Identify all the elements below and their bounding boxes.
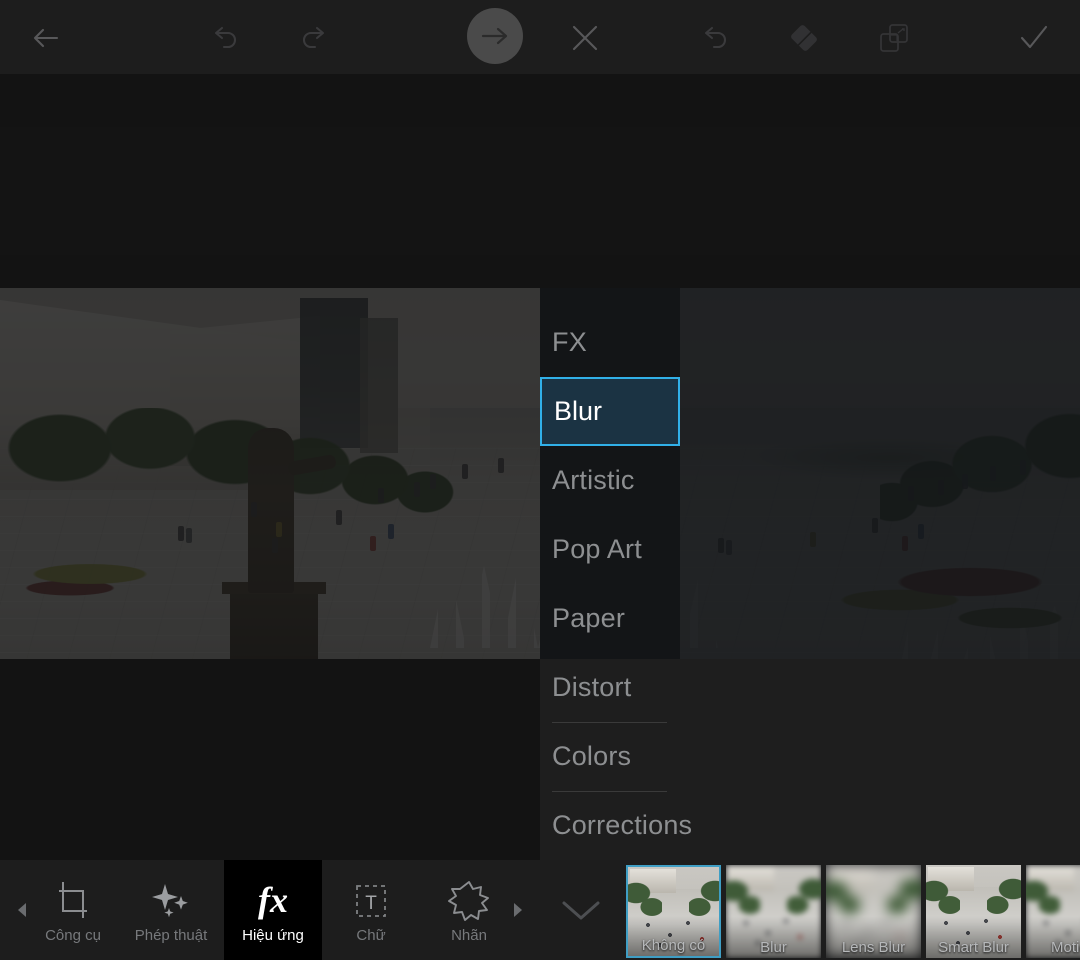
menu-item-label: Paper — [552, 603, 625, 634]
menu-item-label: Pop Art — [552, 534, 642, 565]
menu-item-paper[interactable]: Paper — [540, 584, 1080, 653]
menu-item-label: Artistic — [552, 465, 635, 496]
filter-thumb-label: Smart Blur — [926, 939, 1021, 956]
back-arrow-icon[interactable] — [18, 10, 74, 66]
sticker-icon — [444, 877, 494, 925]
photo-preview-left[interactable] — [0, 288, 540, 659]
filter-thumb-blur[interactable]: Blur — [726, 865, 821, 958]
effect-category-list: FX Artistic Pop Art Paper Distort Colors… — [540, 288, 1080, 860]
top-toolbar — [0, 0, 1080, 74]
tab-label: Công cụ — [45, 927, 101, 944]
close-x-icon[interactable] — [557, 10, 613, 66]
revert-icon[interactable] — [686, 10, 742, 66]
forward-arrow-icon[interactable] — [467, 8, 523, 64]
text-icon: T — [348, 877, 394, 925]
tab-label: Phép thuật — [135, 927, 208, 944]
scene-person — [498, 458, 504, 473]
menu-item-label: Blur — [542, 396, 602, 427]
filter-thumb-motion[interactable]: Motion — [1026, 865, 1080, 958]
tab-chu[interactable]: T Chữ — [322, 860, 420, 960]
tab-phep-thuat[interactable]: Phép thuật — [122, 860, 220, 960]
menu-item-colors[interactable]: Colors — [540, 722, 1080, 791]
undo-icon[interactable] — [196, 10, 252, 66]
filter-thumb-smart-blur[interactable]: Smart Blur — [926, 865, 1021, 958]
tab-label: Nhãn — [451, 927, 487, 944]
scene-person — [336, 510, 342, 525]
filter-thumb-lens-blur[interactable]: Lens Blur — [826, 865, 921, 958]
tabs-next-arrow[interactable] — [500, 860, 536, 960]
chevron-down-icon[interactable] — [540, 860, 622, 960]
scene-person — [414, 482, 420, 497]
checkmark-icon[interactable] — [1006, 10, 1062, 66]
eraser-icon[interactable] — [776, 10, 832, 66]
scene-person — [251, 502, 257, 517]
effect-category-menu[interactable]: FX Artistic Pop Art Paper Distort Colors… — [540, 288, 1080, 860]
menu-item-label: FX — [552, 327, 587, 358]
svg-text:fx: fx — [258, 880, 288, 920]
menu-item-blur-selected[interactable]: Blur — [540, 377, 680, 446]
svg-text:T: T — [365, 893, 377, 914]
photo-editor-app: FX Artistic Pop Art Paper Distort Colors… — [0, 0, 1080, 960]
scene-person — [378, 488, 384, 503]
scene-person — [430, 474, 436, 489]
filter-preset-strip: Không có Blur Lens Blur Smart Bl — [540, 860, 1080, 960]
scene-person — [370, 536, 376, 551]
crop-icon — [50, 877, 96, 925]
menu-item-label: Distort — [552, 672, 631, 703]
scene-person — [276, 522, 282, 537]
photo-scene — [0, 288, 540, 659]
tab-label: Hiệu ứng — [242, 927, 304, 944]
tab-hieu-ung[interactable]: fx Hiệu ứng — [224, 860, 322, 960]
menu-item-label: Corrections — [552, 810, 692, 841]
filter-thumb-label: Blur — [726, 939, 821, 956]
menu-item-fx[interactable]: FX — [540, 308, 1080, 377]
scene-person — [186, 528, 192, 543]
bottom-tab-bar: Công cụ Phép thuật fx Hiệu ứng — [0, 860, 540, 960]
scene-flowerbed-left — [10, 560, 210, 606]
scene-trees-left — [0, 408, 470, 568]
scene-person — [178, 526, 184, 541]
scene-person — [272, 538, 278, 553]
tab-cong-cu[interactable]: Công cụ — [24, 860, 122, 960]
filter-thumb-khong-co[interactable]: Không có — [626, 865, 721, 958]
menu-item-label: Colors — [552, 741, 631, 772]
scene-person — [388, 524, 394, 539]
menu-item-artistic[interactable]: Artistic — [540, 446, 1080, 515]
scene-statue-base — [230, 588, 318, 659]
redo-icon[interactable] — [287, 10, 343, 66]
filter-thumb-label: Không có — [628, 937, 719, 954]
scene-person — [462, 464, 468, 479]
tab-label: Chữ — [356, 927, 385, 944]
filter-thumb-label: Lens Blur — [826, 939, 921, 956]
fx-icon: fx — [238, 877, 308, 925]
filter-thumb-label: Motion — [1026, 939, 1080, 956]
menu-item-pop-art[interactable]: Pop Art — [540, 515, 1080, 584]
menu-item-corrections[interactable]: Corrections — [540, 791, 1080, 860]
layers-icon[interactable] — [866, 10, 922, 66]
magic-icon — [148, 877, 194, 925]
menu-item-distort[interactable]: Distort — [540, 653, 1080, 722]
